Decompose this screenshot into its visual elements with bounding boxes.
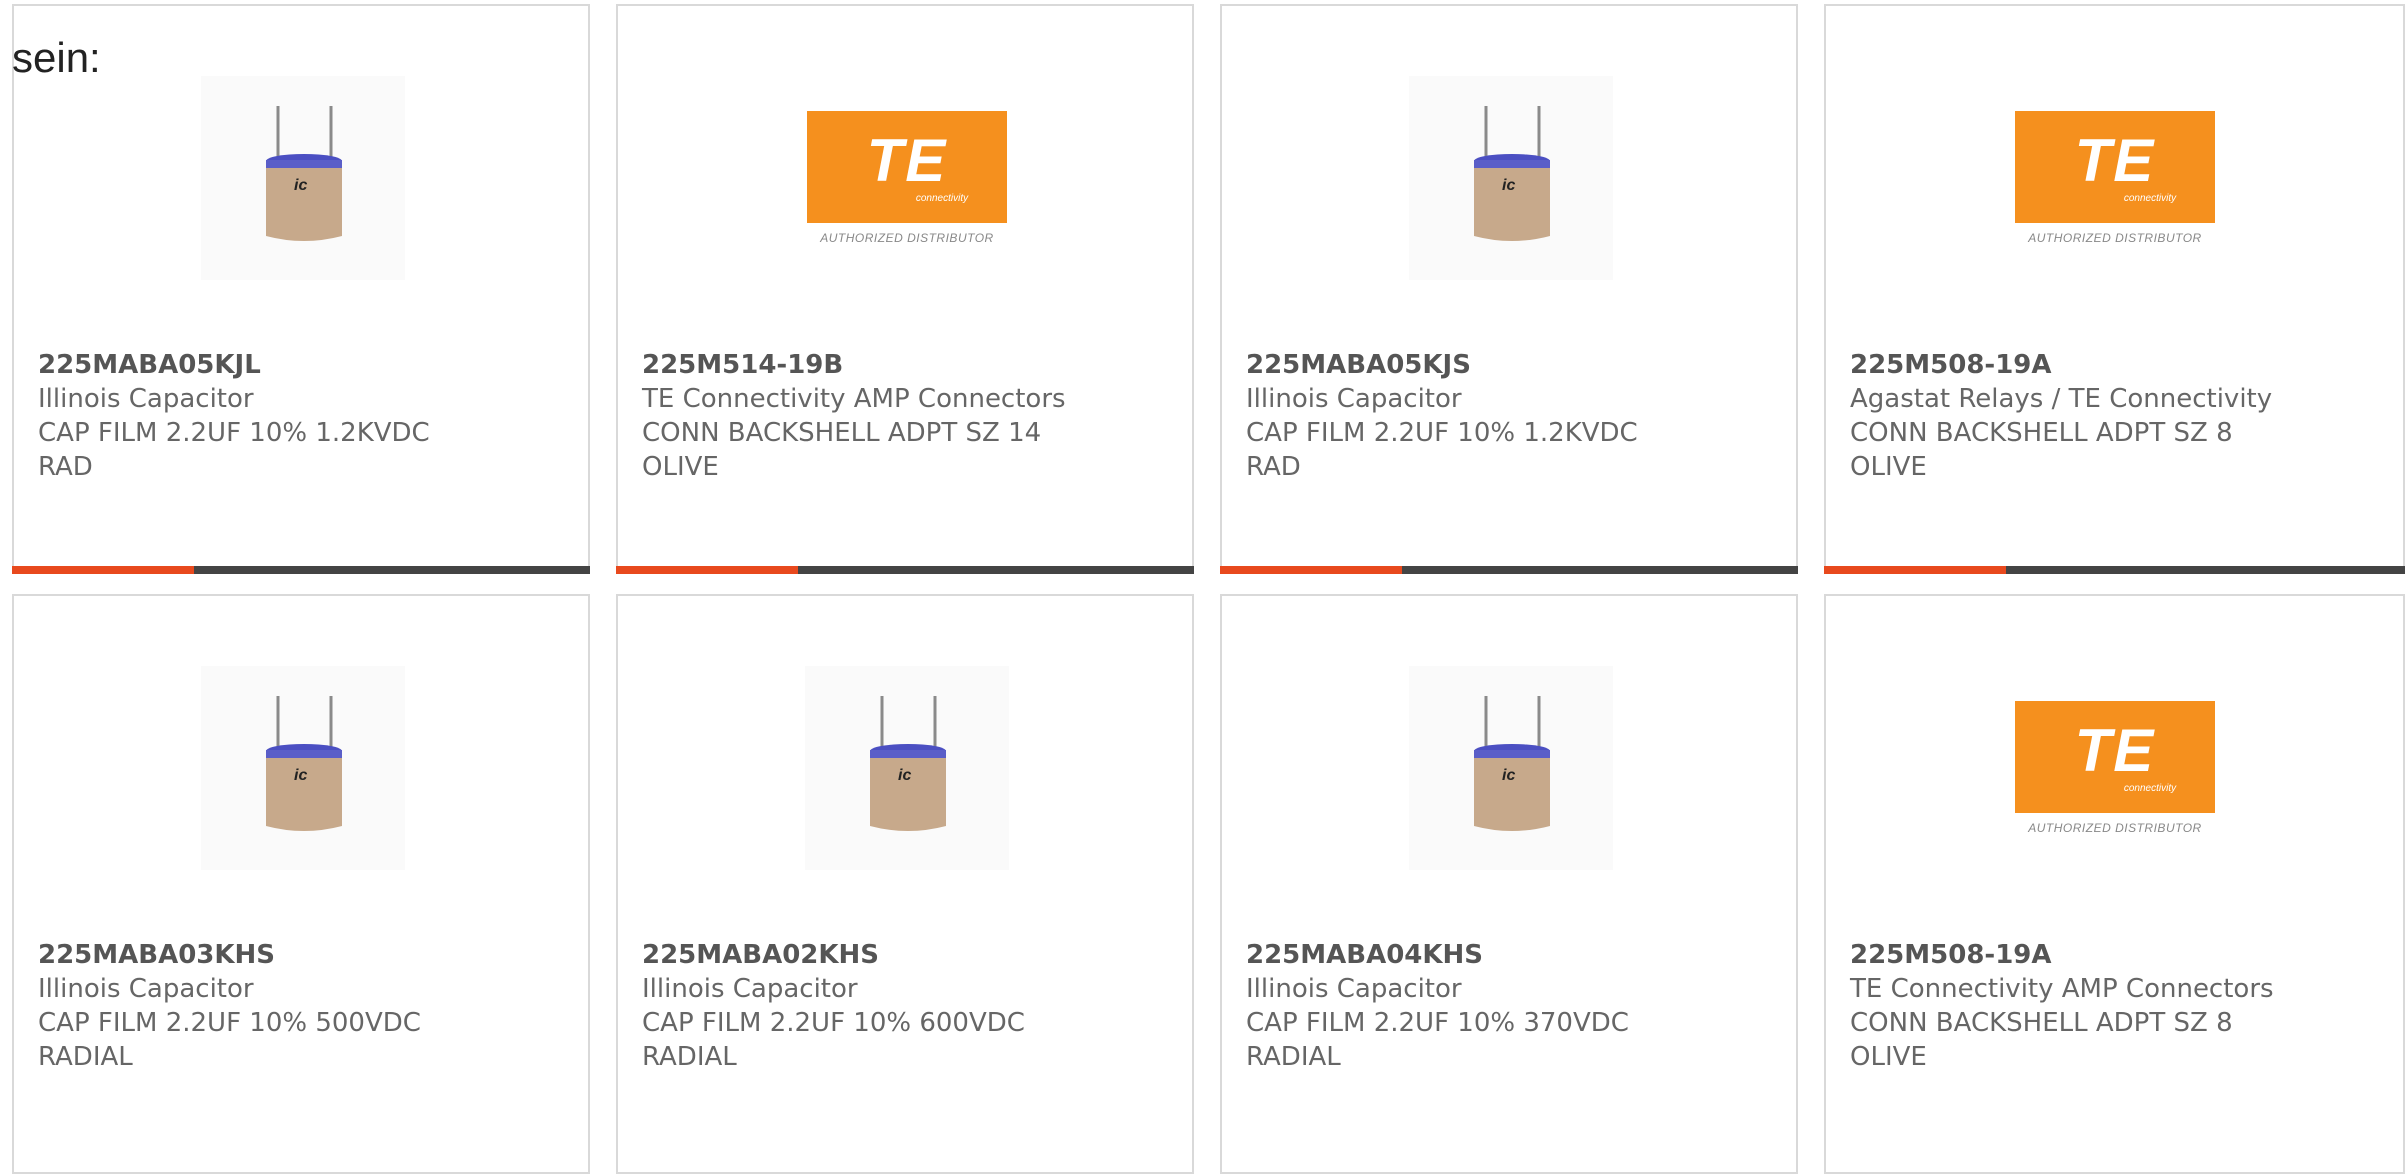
part-number[interactable]: 225M508-19A	[1850, 348, 2383, 382]
manufacturer: Illinois Capacitor	[38, 974, 254, 1004]
description: CAP FILM 2.2UF 10% 1.2KVDC RAD	[38, 418, 430, 482]
product-image[interactable]: TE connectivity AUTHORIZED DISTRIBUTOR	[805, 76, 1009, 280]
product-card[interactable]: TE connectivity AUTHORIZED DISTRIBUTOR 2…	[616, 4, 1194, 574]
te-logo-sub: connectivity	[915, 192, 969, 204]
part-number[interactable]: 225M514-19B	[642, 348, 1172, 382]
description: CAP FILM 2.2UF 10% 500VDC RADIAL	[38, 1008, 421, 1072]
part-number[interactable]: 225MABA05KJS	[1246, 348, 1776, 382]
te-logo-icon: TE connectivity AUTHORIZED DISTRIBUTOR	[2015, 111, 2215, 245]
manufacturer: Illinois Capacitor	[38, 384, 254, 414]
product-image[interactable]: TE connectivity AUTHORIZED DISTRIBUTOR	[2013, 666, 2217, 870]
svg-text:ic: ic	[1502, 177, 1515, 194]
product-image[interactable]: ic	[201, 76, 405, 280]
card-accent-bar	[12, 566, 590, 574]
product-card[interactable]: ic 225MABA05KJS Illinois Capacitor CAP F…	[1220, 4, 1798, 574]
te-logo-mark: TE	[2074, 716, 2156, 784]
description: CAP FILM 2.2UF 10% 600VDC RADIAL	[642, 1008, 1025, 1072]
product-card[interactable]: TE connectivity AUTHORIZED DISTRIBUTOR 2…	[1824, 594, 2405, 1174]
te-logo-note: AUTHORIZED DISTRIBUTOR	[820, 231, 994, 245]
svg-text:ic: ic	[294, 767, 307, 784]
product-image[interactable]: ic	[805, 666, 1009, 870]
capacitor-icon: ic	[201, 666, 405, 870]
svg-text:ic: ic	[1502, 767, 1515, 784]
description: CAP FILM 2.2UF 10% 370VDC RADIAL	[1246, 1008, 1629, 1072]
part-number[interactable]: 225MABA03KHS	[38, 938, 568, 972]
te-logo-icon: TE connectivity AUTHORIZED DISTRIBUTOR	[2015, 701, 2215, 835]
card-accent-bar	[1824, 566, 2405, 574]
description: CONN BACKSHELL ADPT SZ 8 OLIVE	[1850, 418, 2233, 482]
te-logo-sub: connectivity	[2123, 192, 2177, 204]
te-logo-mark: TE	[2074, 126, 2156, 194]
manufacturer: Illinois Capacitor	[1246, 974, 1462, 1004]
te-logo-note: AUTHORIZED DISTRIBUTOR	[2028, 821, 2202, 835]
svg-text:ic: ic	[294, 177, 307, 194]
part-number[interactable]: 225MABA02KHS	[642, 938, 1172, 972]
te-logo-icon: TE connectivity AUTHORIZED DISTRIBUTOR	[807, 111, 1007, 245]
product-image[interactable]: ic	[1409, 666, 1613, 870]
capacitor-icon: ic	[805, 666, 1009, 870]
manufacturer: Illinois Capacitor	[1246, 384, 1462, 414]
te-logo-note: AUTHORIZED DISTRIBUTOR	[2028, 231, 2202, 245]
description: CONN BACKSHELL ADPT SZ 14 OLIVE	[642, 418, 1042, 482]
capacitor-icon: ic	[1409, 666, 1613, 870]
te-logo-sub: connectivity	[2123, 782, 2177, 794]
capacitor-icon: ic	[201, 76, 405, 280]
manufacturer: Agastat Relays / TE Connectivity	[1850, 384, 2273, 414]
card-accent-bar	[616, 566, 1194, 574]
description: CONN BACKSHELL ADPT SZ 8 OLIVE	[1850, 1008, 2233, 1072]
manufacturer: TE Connectivity AMP Connectors	[642, 384, 1066, 414]
part-number[interactable]: 225MABA05KJL	[38, 348, 568, 382]
product-card[interactable]: TE connectivity AUTHORIZED DISTRIBUTOR 2…	[1824, 4, 2405, 574]
product-card[interactable]: ic 225MABA02KHS Illinois Capacitor CAP F…	[616, 594, 1194, 1174]
manufacturer: TE Connectivity AMP Connectors	[1850, 974, 2274, 1004]
product-card[interactable]: ic 225MABA03KHS Illinois Capacitor CAP F…	[12, 594, 590, 1174]
part-number[interactable]: 225M508-19A	[1850, 938, 2383, 972]
capacitor-icon: ic	[1409, 76, 1613, 280]
product-image[interactable]: ic	[1409, 76, 1613, 280]
te-logo-mark: TE	[866, 126, 948, 194]
svg-text:ic: ic	[898, 767, 911, 784]
part-number[interactable]: 225MABA04KHS	[1246, 938, 1776, 972]
intro-text: sein:	[12, 34, 101, 81]
product-image[interactable]: TE connectivity AUTHORIZED DISTRIBUTOR	[2013, 76, 2217, 280]
description: CAP FILM 2.2UF 10% 1.2KVDC RAD	[1246, 418, 1638, 482]
product-image[interactable]: ic	[201, 666, 405, 870]
product-card[interactable]: ic 225MABA05KJL Illinois Capacitor CAP F…	[12, 4, 590, 574]
manufacturer: Illinois Capacitor	[642, 974, 858, 1004]
card-accent-bar	[1220, 566, 1798, 574]
product-card[interactable]: ic 225MABA04KHS Illinois Capacitor CAP F…	[1220, 594, 1798, 1174]
